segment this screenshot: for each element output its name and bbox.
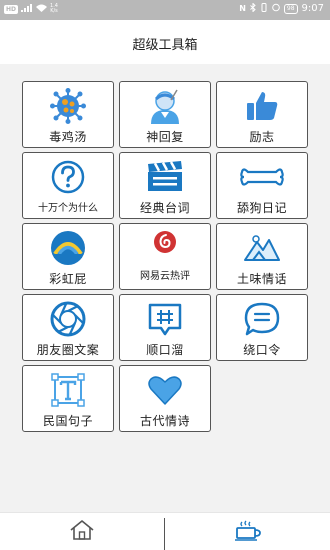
tile-moments-copy[interactable]: 朋友圈文案 bbox=[22, 294, 114, 361]
page-title: 超级工具箱 bbox=[132, 38, 198, 53]
clapperboard-icon bbox=[120, 158, 210, 196]
tile-rainbow-fart[interactable]: 彩虹屁 bbox=[22, 223, 114, 290]
bottom-navigation bbox=[0, 512, 330, 550]
tile-label: 顺口溜 bbox=[146, 343, 184, 357]
tile-label: 朋友圈文案 bbox=[36, 343, 100, 357]
tile-jingles[interactable]: 顺口溜 bbox=[119, 294, 211, 361]
mountain-icon bbox=[217, 229, 307, 267]
nav-coffee-button[interactable] bbox=[166, 513, 330, 550]
tile-label: 绕口令 bbox=[243, 343, 281, 357]
clock: 9:07 bbox=[301, 3, 324, 14]
tile-republic-sentences[interactable]: 民国句子 bbox=[22, 365, 114, 432]
tile-why[interactable]: 十万个为什么 bbox=[22, 152, 114, 219]
tile-label: 民国句子 bbox=[42, 414, 93, 428]
tool-grid: 毒鸡汤 神回复 励志 十万个为什么 经典台词 舔狗日记 彩虹屁 网易云热评 土味… bbox=[0, 64, 330, 512]
tile-label: 土味情话 bbox=[236, 272, 287, 286]
tile-cheesy-lines[interactable]: 土味情话 bbox=[216, 223, 308, 290]
question-icon bbox=[23, 158, 113, 196]
bone-icon bbox=[217, 158, 307, 196]
tile-simp-diary[interactable]: 舔狗日记 bbox=[216, 152, 308, 219]
battery-indicator: 98 bbox=[283, 3, 298, 14]
chat-bubble-icon bbox=[217, 300, 307, 338]
hd-badge: HD bbox=[4, 4, 19, 14]
alarm-icon bbox=[272, 3, 280, 14]
person-reply-icon bbox=[120, 87, 210, 125]
tile-ancient-love-poems[interactable]: 古代情诗 bbox=[119, 365, 211, 432]
tile-label: 经典台词 bbox=[139, 201, 190, 215]
tile-tongue-twister[interactable]: 绕口令 bbox=[216, 294, 308, 361]
nfc-icon: N bbox=[239, 4, 246, 13]
bluetooth-icon bbox=[250, 2, 256, 14]
tile-label: 毒鸡汤 bbox=[49, 130, 87, 144]
tile-label: 十万个为什么 bbox=[38, 203, 98, 214]
tile-netease-comments[interactable]: 网易云热评 bbox=[119, 223, 211, 290]
tile-poison-soup[interactable]: 毒鸡汤 bbox=[22, 81, 114, 148]
tile-label: 彩虹屁 bbox=[49, 272, 87, 286]
virus-icon bbox=[23, 87, 113, 125]
tile-classic-lines[interactable]: 经典台词 bbox=[119, 152, 211, 219]
tile-label: 舔狗日记 bbox=[236, 201, 287, 215]
camera-aperture-icon bbox=[23, 300, 113, 338]
vibrate-icon bbox=[260, 3, 268, 14]
home-icon bbox=[69, 519, 95, 545]
tile-label: 古代情诗 bbox=[139, 414, 190, 428]
wifi-icon bbox=[36, 4, 48, 14]
thumbs-up-icon bbox=[217, 87, 307, 125]
tile-god-reply[interactable]: 神回复 bbox=[119, 81, 211, 148]
nav-home-button[interactable] bbox=[0, 513, 164, 550]
tile-label: 网易云热评 bbox=[140, 271, 190, 282]
tile-label: 神回复 bbox=[146, 130, 184, 144]
text-box-icon bbox=[23, 371, 113, 409]
coffee-cup-icon bbox=[233, 518, 263, 546]
header: 超级工具箱 bbox=[0, 20, 330, 64]
signal-icon bbox=[21, 4, 33, 14]
status-bar: HD 1.4 K/s N 98 9:07 bbox=[0, 0, 330, 20]
network-speed: 1.4 K/s bbox=[50, 3, 58, 14]
netease-music-icon bbox=[120, 226, 210, 258]
tile-motivation[interactable]: 励志 bbox=[216, 81, 308, 148]
heart-icon bbox=[120, 371, 210, 409]
nav-divider bbox=[164, 518, 165, 550]
hash-comment-icon bbox=[120, 300, 210, 338]
rainbow-icon bbox=[23, 229, 113, 267]
tile-label: 励志 bbox=[249, 130, 275, 144]
